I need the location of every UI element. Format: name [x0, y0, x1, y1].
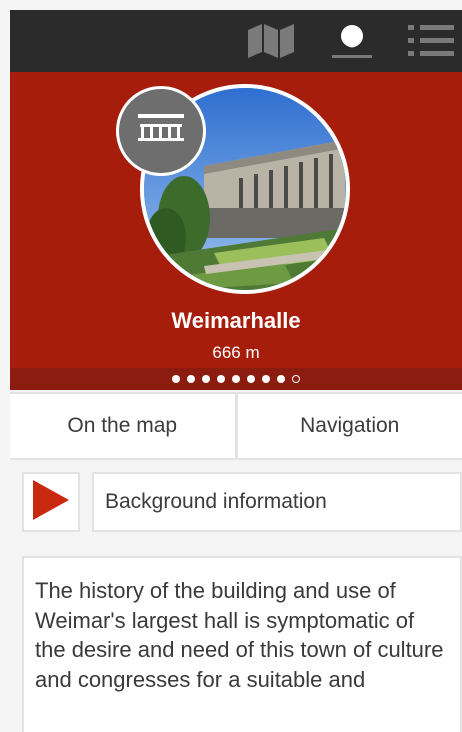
category-badge — [116, 86, 206, 176]
page-dot[interactable] — [247, 375, 255, 383]
page-dot[interactable] — [172, 375, 180, 383]
railing-building-icon — [138, 113, 184, 149]
description-text: The history of the building and use of W… — [22, 556, 462, 732]
map-icon[interactable] — [248, 10, 294, 72]
page-indicator[interactable] — [10, 368, 462, 390]
page-dot[interactable] — [292, 375, 300, 383]
play-icon — [33, 479, 69, 525]
audio-track-label[interactable]: Background information — [92, 472, 462, 532]
page-dot[interactable] — [232, 375, 240, 383]
location-pin-icon[interactable] — [330, 10, 374, 72]
page-dot[interactable] — [202, 375, 210, 383]
action-bar — [10, 10, 462, 72]
page-dot[interactable] — [277, 375, 285, 383]
page-dot[interactable] — [217, 375, 225, 383]
poi-title: Weimarhalle — [171, 308, 301, 333]
navigation-button[interactable]: Navigation — [234, 394, 462, 458]
page-dot[interactable] — [262, 375, 270, 383]
page-dot[interactable] — [187, 375, 195, 383]
poi-distance: 666 m — [212, 343, 260, 362]
list-menu-icon[interactable] — [408, 10, 454, 72]
on-the-map-button[interactable]: On the map — [10, 394, 235, 458]
action-buttons: On the map Navigation — [10, 392, 462, 460]
poi-header: Weimarhalle 666 m — [10, 72, 462, 390]
play-button[interactable] — [22, 472, 80, 532]
